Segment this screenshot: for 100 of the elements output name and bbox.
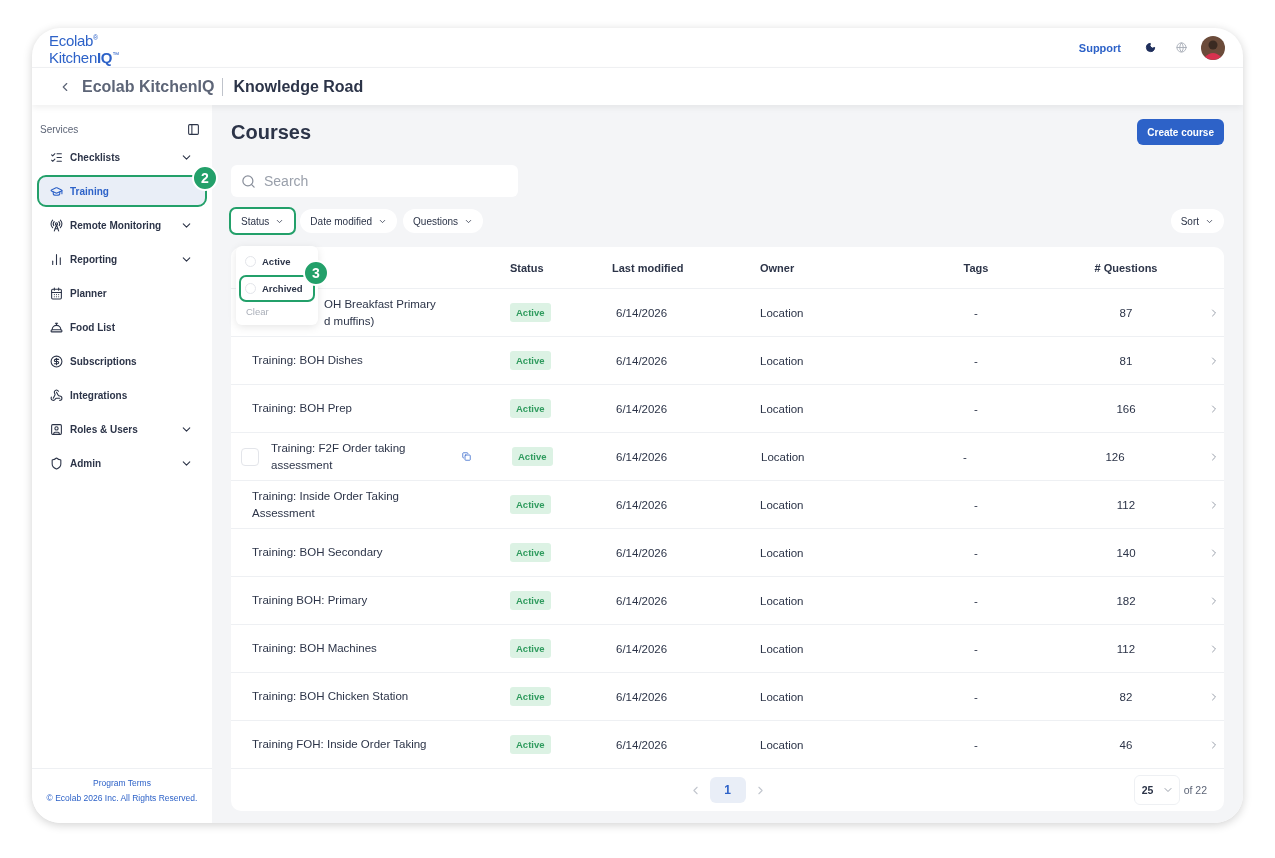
- graduation-cap-icon: [50, 184, 63, 198]
- dollar-icon: [50, 354, 63, 368]
- sidebar-item[interactable]: Integrations: [39, 381, 205, 409]
- questions-count: 87: [1118, 306, 1134, 319]
- owner-cell-text: Location: [760, 690, 805, 703]
- create-course-button[interactable]: Create course: [1137, 119, 1224, 145]
- id-card-icon: [50, 422, 63, 436]
- course-name: Training: Inside Order Taking Assessment: [252, 488, 400, 521]
- program-terms-link[interactable]: Program Terms: [93, 778, 151, 788]
- questions-count: 46: [1118, 738, 1134, 751]
- owner-cell-text: Location: [760, 354, 805, 367]
- copy-icon[interactable]: [462, 452, 471, 461]
- tower-icon: [50, 218, 63, 232]
- column-header[interactable]: Tags: [911, 261, 1041, 274]
- sidebar-item[interactable]: Admin: [39, 449, 205, 477]
- calendar-icon: [50, 286, 63, 300]
- modified-date: 6/14/2026: [615, 594, 669, 607]
- owner-cell-text: Location: [760, 594, 805, 607]
- tags-cell-text: -: [973, 306, 979, 319]
- course-name: Training BOH: Primary: [252, 593, 368, 608]
- tags-cell-text: -: [973, 498, 979, 511]
- panel-toggle-icon[interactable]: [187, 123, 200, 136]
- modified-date: 6/14/2026: [615, 642, 669, 655]
- modified-date: 6/14/2026: [615, 450, 669, 463]
- sidebar-item[interactable]: Food List: [39, 313, 205, 341]
- column-header[interactable]: Owner: [760, 261, 911, 274]
- questions-count: 82: [1118, 690, 1134, 703]
- tags-cell-text: -: [973, 402, 979, 415]
- modified-date: 6/14/2026: [615, 690, 669, 703]
- course-name: Training FOH: Inside Order Taking: [252, 737, 427, 752]
- shield-icon: [50, 456, 63, 470]
- search-field[interactable]: Search: [231, 165, 518, 197]
- sidebar-item[interactable]: Roles & Users: [39, 415, 205, 443]
- bell-icon: [50, 320, 63, 334]
- owner-cell-text: Location: [760, 642, 805, 655]
- tags-cell-text: -: [973, 354, 979, 367]
- column-header[interactable]: Last modified: [612, 261, 760, 274]
- status-badge: Active: [512, 447, 553, 466]
- page-size-select[interactable]: 25: [1133, 775, 1180, 805]
- questions-count: 126: [1104, 450, 1126, 463]
- row-checkbox[interactable]: [241, 447, 259, 466]
- filter-dropdown[interactable]: Date modified: [300, 209, 398, 233]
- status-badge: Active: [510, 303, 551, 322]
- sidebar-item[interactable]: Subscriptions: [39, 347, 205, 375]
- copyright-text: © Ecolab 2026 Inc. All Rights Reserved.: [46, 793, 198, 803]
- modified-date: 6/14/2026: [615, 354, 669, 367]
- filter-dropdown[interactable]: Questions: [403, 209, 484, 233]
- logo: Ecolab$^{®}$ KitchenIQ$^{™}$: [49, 30, 119, 65]
- tags-cell-text: -: [973, 642, 979, 655]
- status-badge: Active: [510, 351, 551, 370]
- tags-cell-text: -: [973, 546, 979, 559]
- checklist-icon: [50, 150, 63, 164]
- questions-count: 112: [1115, 642, 1137, 655]
- status-badge: Active: [510, 687, 551, 706]
- support-link[interactable]: Support: [1078, 41, 1121, 54]
- questions-count: 81: [1118, 354, 1134, 367]
- globe-icon[interactable]: [1176, 42, 1187, 53]
- radio-button[interactable]: [245, 256, 256, 267]
- modified-date: 6/14/2026: [615, 546, 669, 559]
- webhook-icon: [50, 388, 63, 402]
- moon-icon[interactable]: [1145, 42, 1156, 53]
- owner-cell-text: Location: [760, 498, 805, 511]
- questions-count: 182: [1115, 594, 1137, 607]
- questions-count: 112: [1115, 498, 1137, 511]
- owner-cell-text: Location: [760, 402, 805, 415]
- sidebar-item[interactable]: Remote Monitoring: [39, 211, 205, 239]
- status-badge: Active: [510, 591, 551, 610]
- page-title: Courses: [231, 120, 312, 144]
- status-badge: Active: [510, 399, 551, 418]
- breadcrumb-current: Knowledge Road: [233, 77, 364, 96]
- column-header[interactable]: Status: [510, 261, 612, 274]
- owner-cell-text: Location: [760, 546, 805, 559]
- sidebar-item[interactable]: Planner: [39, 279, 205, 307]
- tags-cell-text: -: [973, 690, 979, 703]
- course-name: Training: BOH Chicken Station: [252, 689, 409, 704]
- modified-date: 6/14/2026: [615, 498, 669, 511]
- sidebar-item[interactable]: Reporting: [39, 245, 205, 273]
- column-header[interactable]: # Questions: [1041, 261, 1191, 274]
- status-option[interactable]: Active: [241, 250, 295, 273]
- step-callout: 3: [303, 260, 329, 286]
- filter-dropdown[interactable]: Status: [231, 209, 295, 233]
- avatar[interactable]: [1201, 35, 1225, 60]
- status-badge: Active: [510, 735, 551, 754]
- questions-count: 166: [1115, 402, 1137, 415]
- tags-cell-text: -: [973, 594, 979, 607]
- radio-button[interactable]: [245, 283, 256, 294]
- tags-cell-text: -: [962, 450, 968, 463]
- status-badge: Active: [510, 543, 551, 562]
- modified-date: 6/14/2026: [615, 402, 669, 415]
- page-button[interactable]: 1: [709, 777, 746, 803]
- modified-date: 6/14/2026: [615, 738, 669, 751]
- course-name: Training: F2F Order taking assessment: [271, 440, 406, 473]
- breadcrumb-parent[interactable]: Ecolab KitchenIQ: [82, 77, 224, 96]
- course-name: Training: BOH Dishes: [252, 353, 363, 368]
- owner-cell-text: Location: [760, 738, 805, 751]
- search-icon: [241, 174, 256, 189]
- sort-dropdown[interactable]: Sort: [1170, 209, 1224, 233]
- course-name: OH Breakfast Primary d muffins): [324, 296, 436, 329]
- status-badge: Active: [510, 495, 551, 514]
- owner-cell-text: Location: [760, 306, 805, 319]
